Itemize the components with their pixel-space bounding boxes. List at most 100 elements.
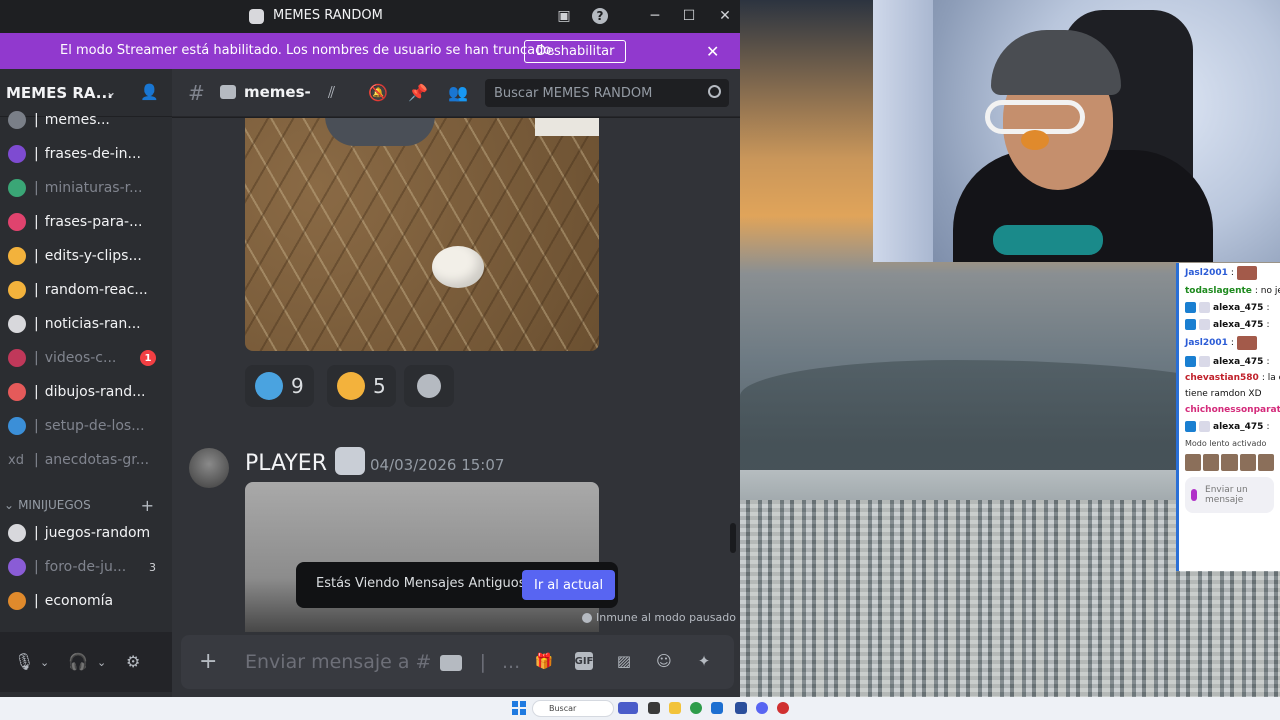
- unread-count: 3: [149, 560, 156, 574]
- apps-icon[interactable]: ✦: [695, 652, 713, 670]
- sidebar-channel[interactable]: | frases-de-in...: [0, 139, 172, 169]
- channel-divider: |: [34, 525, 39, 541]
- settings-gear-icon[interactable]: ⚙: [126, 652, 140, 671]
- channel-sidebar: MEMES RA... ⌄ 👤 | memes... | frases-de-in..…: [0, 69, 172, 697]
- close-banner-icon[interactable]: ✕: [706, 42, 719, 61]
- gift-icon[interactable]: 🎁: [535, 652, 554, 670]
- emote-thumb[interactable]: [1185, 454, 1202, 471]
- chrome-icon[interactable]: [690, 702, 702, 714]
- search-input[interactable]: Buscar MEMES RANDOM: [485, 79, 729, 107]
- jump-to-present-button[interactable]: Ir al actual: [522, 570, 616, 600]
- scrollbar-thumb[interactable]: [730, 523, 736, 553]
- sidebar-channel[interactable]: | dibujos-rand...: [0, 377, 172, 407]
- chat-message: chevastian580: la c: [1179, 370, 1280, 386]
- chat-username[interactable]: alexa_475: [1213, 320, 1263, 330]
- chat-message: todaslagente: no je: [1179, 283, 1280, 299]
- obs-icon[interactable]: [777, 702, 789, 714]
- channel-divider: |: [34, 248, 39, 264]
- taskbar-search[interactable]: Buscar: [532, 700, 614, 717]
- category-minijuegos[interactable]: ⌄ MINIJUEGOS +: [0, 495, 172, 515]
- chat-username[interactable]: todaslagente: [1185, 286, 1252, 296]
- discord-taskbar-icon[interactable]: [756, 702, 768, 714]
- chevron-down-icon: ⌄: [106, 85, 117, 99]
- headset-options-chevron-icon[interactable]: ⌄: [97, 656, 106, 669]
- channel-label: juegos-random: [44, 525, 151, 541]
- sticker-icon[interactable]: ▨: [615, 652, 633, 670]
- placeholder-ellipsis: ...: [502, 651, 521, 673]
- image-attachment[interactable]: [245, 118, 599, 351]
- chat-username[interactable]: alexa_475: [1213, 357, 1263, 367]
- add-reaction-button[interactable]: [404, 365, 454, 407]
- emote-thumb[interactable]: [1239, 454, 1256, 471]
- sidebar-channel[interactable]: | miniaturas-r...: [0, 173, 172, 203]
- channel-label: edits-y-clips...: [44, 248, 142, 264]
- notifications-muted-icon[interactable]: 🔕: [368, 83, 388, 102]
- channel-hash-icon: #: [188, 81, 205, 105]
- reaction-smirk-face[interactable]: 5: [327, 365, 396, 407]
- emote-thumb[interactable]: [1203, 454, 1220, 471]
- upload-plus-icon[interactable]: +: [199, 649, 217, 674]
- chat-input-placeholder: Enviar un mensaje: [1205, 485, 1248, 505]
- pinned-messages-icon[interactable]: 📌: [408, 83, 428, 102]
- chat-username[interactable]: chevastian580: [1185, 373, 1259, 383]
- pause-note-text: Inmune al modo pausado: [596, 611, 736, 624]
- widgets-icon[interactable]: [618, 702, 638, 714]
- chat-username[interactable]: alexa_475: [1213, 303, 1263, 313]
- sidebar-channel[interactable]: xd | anecdotas-gr...: [0, 445, 172, 475]
- chat-username[interactable]: Jasl2001: [1185, 268, 1228, 278]
- sidebar-channel[interactable]: | economía: [0, 586, 172, 616]
- message-input[interactable]: + Enviar mensaje a # | ... 🎁 GIF ▨ ☺ ✦: [181, 635, 734, 689]
- member-list-icon[interactable]: 👥: [448, 83, 468, 102]
- sidebar-channel[interactable]: | setup-de-los...: [0, 411, 172, 441]
- sidebar-channel[interactable]: | juegos-random: [0, 518, 172, 548]
- close-button[interactable]: ✕: [715, 6, 735, 26]
- mic-icon[interactable]: 🎙: [14, 652, 34, 671]
- chat-username[interactable]: Jasl2001: [1185, 338, 1228, 348]
- minimize-button[interactable]: ─: [645, 6, 665, 26]
- sidebar-channel[interactable]: | random-reac...: [0, 275, 172, 305]
- stream-chat-overlay: Jasl2001:todaslagente: no jealexa_475:al…: [1176, 263, 1280, 571]
- sidebar-channel[interactable]: | memes...: [0, 105, 172, 135]
- chat-text: :: [1230, 338, 1234, 348]
- help-icon[interactable]: ?: [592, 8, 608, 24]
- window-title: MEMES RANDOM: [273, 8, 383, 23]
- windows-start-icon[interactable]: [512, 701, 526, 715]
- headset-icon[interactable]: 🎧: [68, 652, 88, 671]
- channel-emoji-icon: [8, 315, 26, 333]
- channel-emoji-icon: [8, 592, 26, 610]
- add-channel-icon[interactable]: +: [141, 496, 154, 515]
- gif-icon[interactable]: GIF: [575, 652, 593, 670]
- sidebar-channel[interactable]: | foro-de-ju... 3: [0, 552, 172, 582]
- message-author[interactable]: PLAYER: [245, 451, 327, 476]
- chat-message: tiene ramdon XD: [1179, 386, 1280, 402]
- chat-username[interactable]: alexa_475: [1213, 422, 1263, 432]
- file-explorer-icon[interactable]: [669, 702, 681, 714]
- channel-divider: |: [34, 282, 39, 298]
- screen-share-icon[interactable]: ▣: [554, 6, 574, 26]
- emoji-icon[interactable]: ☺: [655, 652, 673, 670]
- reaction-cold-face[interactable]: 9: [245, 365, 314, 407]
- sidebar-channel[interactable]: | frases-para-...: [0, 207, 172, 237]
- threads-icon[interactable]: ⫽: [328, 83, 335, 103]
- emote-thumb[interactable]: [1221, 454, 1238, 471]
- image-attachment[interactable]: [245, 482, 599, 632]
- message-list: 9 5 PLAYER 04/03/2026 15:07 Estás Viendo…: [172, 118, 740, 632]
- task-view-icon[interactable]: [648, 702, 660, 714]
- chat-username[interactable]: chichonessonparat: [1185, 405, 1280, 415]
- channel-label: frases-para-...: [44, 214, 143, 230]
- avatar[interactable]: [189, 448, 229, 488]
- category-chevron-icon: ⌄: [4, 498, 15, 512]
- chat-input[interactable]: Enviar un mensaje: [1185, 477, 1274, 513]
- maximize-button[interactable]: ☐: [679, 6, 699, 26]
- emote-thumb[interactable]: [1257, 454, 1275, 471]
- chat-message: chichonessonparat: [1179, 402, 1280, 418]
- edge-icon[interactable]: [711, 702, 723, 714]
- disable-streamer-button[interactable]: Deshabilitar: [524, 40, 627, 63]
- invite-people-icon[interactable]: 👤: [140, 83, 160, 103]
- channel-divider: |: [34, 214, 39, 230]
- photoshop-icon[interactable]: [735, 702, 747, 714]
- mic-options-chevron-icon[interactable]: ⌄: [40, 656, 49, 669]
- sidebar-channel[interactable]: | edits-y-clips...: [0, 241, 172, 271]
- sidebar-channel[interactable]: | videos-c... 1: [0, 343, 172, 373]
- sidebar-channel[interactable]: | noticias-ran...: [0, 309, 172, 339]
